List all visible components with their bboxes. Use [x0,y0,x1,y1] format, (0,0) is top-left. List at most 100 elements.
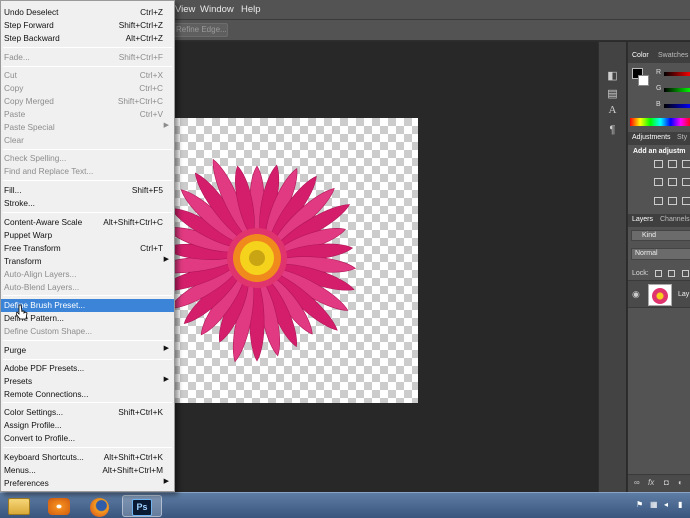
tab-layers[interactable]: Layers [632,216,653,223]
color-panel-icon[interactable]: ◧ [604,68,621,85]
mask-icon[interactable]: ◘ [664,478,669,487]
tab-styles[interactable]: Sty [677,134,687,141]
menu-separator [3,402,172,403]
lock-transparency-icon[interactable] [655,270,662,277]
menu-separator [3,180,172,181]
vibrance-icon[interactable] [654,178,663,186]
channel-b-label: B [656,101,661,108]
menu-item-step-backward[interactable]: Step Backward Alt+Ctrl+Z [1,32,174,45]
menu-item-auto-blend-layers[interactable]: Auto-Blend Layers... [1,281,174,294]
menu-item-fade[interactable]: Fade... Shift+Ctrl+F [1,51,174,64]
menu-separator [3,340,172,341]
menu-item-keyboard-shortcuts[interactable]: Keyboard Shortcuts... Alt+Shift+Ctrl+K [1,451,174,464]
menu-item-auto-align-layers[interactable]: Auto-Align Layers... [1,268,174,281]
taskbar-photoshop[interactable]: Ps [122,495,162,517]
menu-item-remote-connections[interactable]: Remote Connections... [1,388,174,401]
submenu-arrow-icon: ▶ [163,122,169,129]
curves-icon[interactable] [682,160,690,168]
gradient-map-icon[interactable] [682,197,690,205]
firefox-icon [90,498,109,517]
tab-color[interactable]: Color [632,52,649,59]
tray-power-icon[interactable]: ▮ [678,500,682,509]
menu-item-define-custom-shape[interactable]: Define Custom Shape... [1,325,174,338]
adjustments-panel-tabs: Adjustments Sty [628,132,690,145]
menu-item-copy[interactable]: Copy Ctrl+C [1,82,174,95]
history-panel-icon[interactable]: ▤ [604,86,621,103]
layers-footer: ∞ fx ◘ ◐ [628,474,690,492]
lock-position-icon[interactable] [682,270,689,277]
menu-item-color-settings[interactable]: Color Settings... Shift+Ctrl+K [1,406,174,419]
blue-slider[interactable] [664,104,690,108]
green-slider[interactable] [664,88,690,92]
tray-network-icon[interactable]: ▦ [650,500,658,509]
menu-view[interactable]: View [175,4,195,15]
add-adjustment-label: Add an adjustm [633,148,686,155]
levels-icon[interactable] [668,160,677,168]
tab-adjustments[interactable]: Adjustments [632,134,671,141]
menu-item-transform[interactable]: Transform ▶ [1,255,174,268]
background-swatch[interactable] [638,75,649,86]
submenu-arrow-icon: ▶ [163,256,169,263]
taskbar-firefox[interactable] [82,495,122,517]
color-ramp[interactable] [630,118,690,126]
photo-filter-icon[interactable] [654,197,663,205]
menu-item-cut[interactable]: Cut Ctrl+X [1,69,174,82]
document-canvas[interactable] [172,118,418,403]
flower-image [172,158,357,363]
fx-icon[interactable]: fx [648,478,654,487]
paragraph-panel-icon[interactable]: ¶ [604,122,621,139]
menu-item-convert-to-profile[interactable]: Convert to Profile... [1,432,174,445]
menu-item-clear[interactable]: Clear [1,134,174,147]
layer-thumbnail [648,284,672,306]
menu-item-step-forward[interactable]: Step Forward Shift+Ctrl+Z [1,19,174,32]
tray-volume-icon[interactable]: ◂ [664,500,668,509]
red-slider[interactable] [664,72,690,76]
menu-item-paste[interactable]: Paste Ctrl+V [1,108,174,121]
menu-item-menus[interactable]: Menus... Alt+Shift+Ctrl+M [1,464,174,477]
menu-help[interactable]: Help [241,4,261,15]
hue-saturation-icon[interactable] [668,178,677,186]
menu-item-check-spelling[interactable]: Check Spelling... [1,152,174,165]
menu-item-stroke[interactable]: Stroke... [1,197,174,210]
menu-separator [3,359,172,360]
menu-item-preferences[interactable]: Preferences ▶ [1,477,174,490]
brightness-icon[interactable] [654,160,663,168]
photoshop-icon: Ps [132,499,152,516]
menu-item-paste-special[interactable]: Paste Special ▶ [1,121,174,134]
tab-swatches[interactable]: Swatches [658,52,688,59]
menu-item-fill[interactable]: Fill... Shift+F5 [1,184,174,197]
taskbar-media-player[interactable] [42,495,82,517]
menu-item-find-replace[interactable]: Find and Replace Text... [1,165,174,178]
menu-window[interactable]: Window [200,4,234,15]
menu-separator [3,47,172,48]
menu-item-adobe-pdf-presets[interactable]: Adobe PDF Presets... [1,362,174,375]
menu-item-free-transform[interactable]: Free Transform Ctrl+T [1,242,174,255]
menu-item-assign-profile[interactable]: Assign Profile... [1,419,174,432]
menu-item-copy-merged[interactable]: Copy Merged Shift+Ctrl+C [1,95,174,108]
menu-item-puppet-warp[interactable]: Puppet Warp [1,229,174,242]
refine-edge-button[interactable]: Refine Edge... [170,23,228,37]
tab-channels[interactable]: Channels [660,216,690,223]
menu-item-purge[interactable]: Purge ▶ [1,344,174,357]
layer-row[interactable]: ◉ Lay [628,280,690,308]
hand-cursor-icon [16,304,28,320]
blend-mode-select[interactable]: Normal [631,248,690,260]
layer-filter-kind[interactable]: Kind [631,230,690,241]
tray-flag-icon[interactable]: ⚑ [636,500,643,509]
layers-panel-tabs: Layers Channels [628,214,690,227]
taskbar-explorer[interactable] [2,495,42,517]
menu-item-presets[interactable]: Presets ▶ [1,375,174,388]
menu-item-undo-deselect[interactable]: Undo Deselect Ctrl+Z [1,6,174,19]
menu-separator [3,66,172,67]
menu-separator [3,447,172,448]
explorer-icon [8,498,30,515]
menu-item-content-aware-scale[interactable]: Content-Aware Scale Alt+Shift+Ctrl+C [1,216,174,229]
color-balance-icon[interactable] [682,178,690,186]
lock-image-icon[interactable] [668,270,675,277]
character-panel-icon[interactable]: A [604,102,621,119]
adjustment-layer-icon[interactable]: ◐ [678,478,683,487]
link-layers-icon[interactable]: ∞ [634,478,640,487]
layer-name: Lay [678,291,690,298]
invert-icon[interactable] [668,197,677,205]
eye-icon[interactable]: ◉ [632,289,640,300]
